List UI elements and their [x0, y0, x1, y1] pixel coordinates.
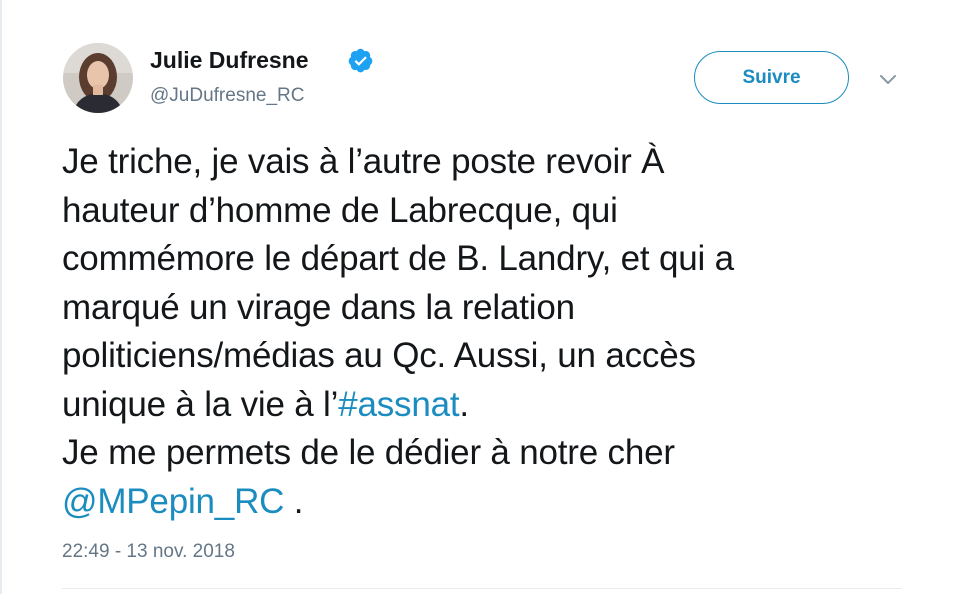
tweet-line: @MPepin_RC .	[62, 481, 304, 521]
author-handle[interactable]: @JuDufresne_RC	[150, 85, 304, 107]
left-border	[0, 0, 2, 594]
tweet-line: politiciens/médias au Qc. Aussi, un accè…	[62, 336, 696, 375]
follow-button[interactable]: Suivre	[694, 51, 849, 104]
tweet-line: commémore le départ de B. Landry, et qui…	[62, 239, 734, 278]
verified-badge-icon	[348, 48, 373, 73]
mention-link[interactable]: @MPepin_RC	[62, 482, 284, 521]
tweet-text: Je triche, je vais à l’autre poste revoi…	[62, 138, 922, 526]
tweet-line: hauteur d’homme de Labrecque, qui	[62, 190, 618, 230]
divider	[62, 588, 902, 589]
avatar[interactable]	[63, 43, 133, 113]
tweet-line: unique à la vie à l’#assnat.	[62, 384, 469, 424]
tweet-card: Julie Dufresne @JuDufresne_RC Suivre Je …	[0, 0, 958, 594]
tweet-line: Je me permets de le dédier à notre cher	[62, 433, 675, 472]
tweet-timestamp[interactable]: 22:49 - 13 nov. 2018	[62, 541, 235, 563]
tweet-line: marqué un virage dans la relation	[62, 287, 575, 327]
hashtag-link[interactable]: #assnat	[338, 385, 459, 424]
tweet-line: Je triche, je vais à l’autre poste revoi…	[62, 142, 665, 181]
chevron-down-icon[interactable]	[876, 68, 900, 92]
author-name[interactable]: Julie Dufresne	[150, 47, 309, 74]
